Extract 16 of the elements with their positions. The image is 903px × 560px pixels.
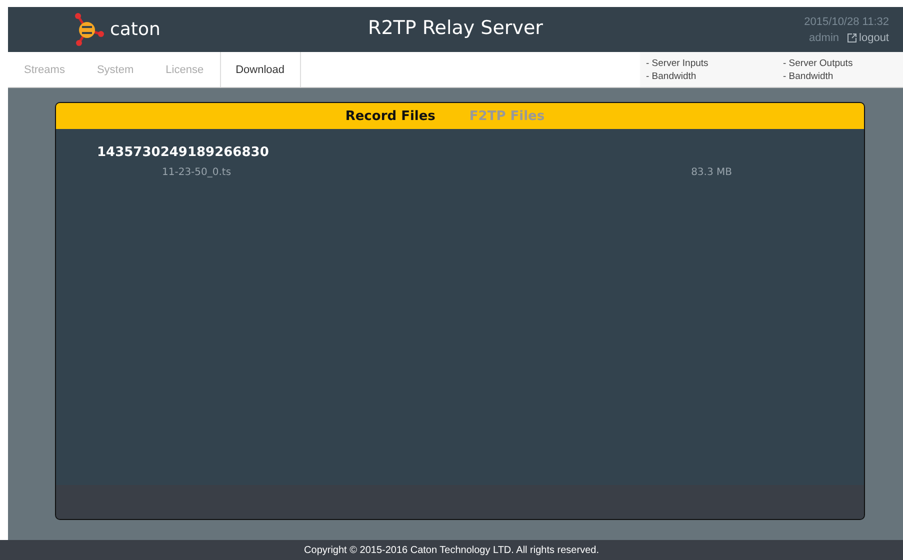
copyright-text: Copyright © 2015-2016 Caton Technology LTD. All rights reserved. — [304, 544, 599, 556]
file-name[interactable]: 11-23-50_0.ts — [162, 167, 232, 178]
stat-link[interactable]: - Server Outputs — [783, 58, 903, 68]
app-title: R2TP Relay Server — [368, 17, 543, 39]
file-tab[interactable]: Record Files — [345, 108, 436, 124]
logout-link[interactable]: logout — [847, 32, 889, 44]
logout-icon — [847, 32, 858, 42]
file-size: 83.3 MB — [691, 167, 732, 178]
folder-name[interactable]: 1435730249189266830 — [97, 145, 269, 160]
nav-tab[interactable]: Download — [220, 52, 300, 87]
stat-link[interactable]: - Bandwidth — [646, 70, 783, 82]
brand-name: caton — [110, 19, 160, 40]
user-name: admin — [809, 32, 840, 44]
stat-link[interactable]: - Server Inputs — [646, 58, 783, 68]
stat-link[interactable]: - Bandwidth — [783, 70, 903, 82]
date-time: 2015/10/28 11:32 — [804, 16, 889, 28]
